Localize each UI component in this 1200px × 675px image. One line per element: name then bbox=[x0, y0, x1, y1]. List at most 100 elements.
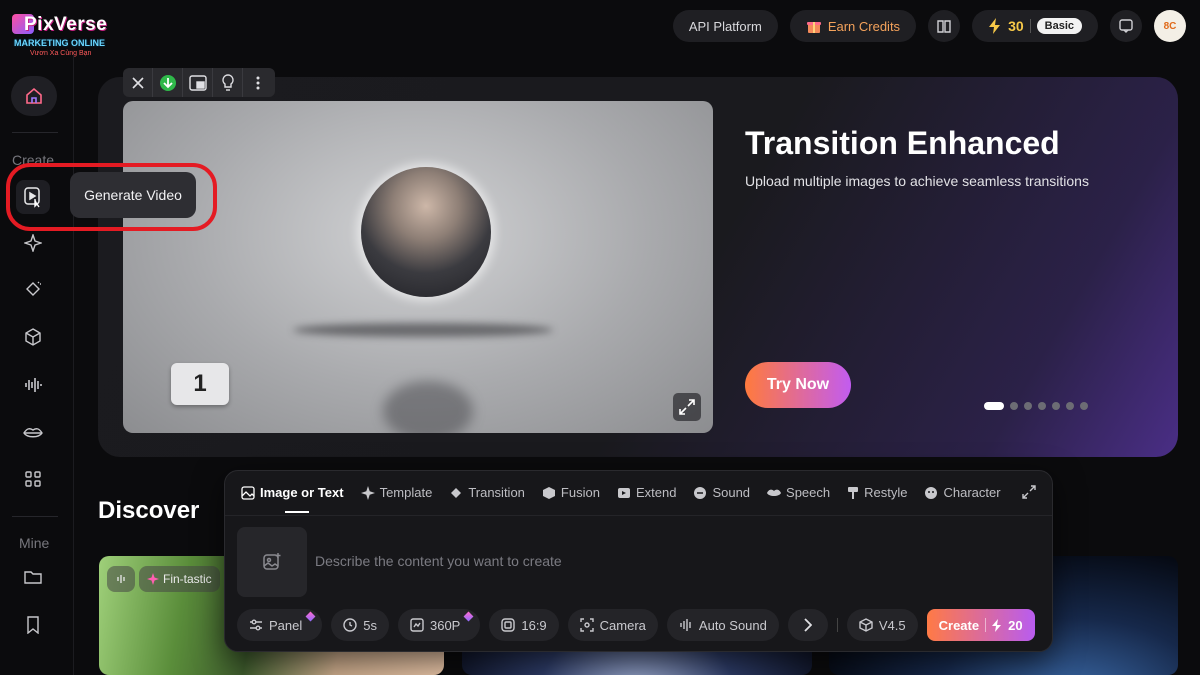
panel-label: Panel bbox=[269, 617, 303, 633]
aspect-ratio-value: 16:9 bbox=[521, 617, 547, 633]
template-chip[interactable]: Fin-tastic bbox=[139, 566, 220, 592]
soundwave-icon bbox=[25, 378, 42, 392]
premium-gem-icon bbox=[463, 611, 474, 622]
idea-button[interactable] bbox=[213, 68, 243, 97]
carousel-dot[interactable] bbox=[1080, 402, 1088, 410]
clock-icon bbox=[343, 618, 357, 632]
step-badge: 1 bbox=[171, 363, 229, 405]
avatar[interactable]: 8C bbox=[1154, 10, 1186, 42]
tab-label: Transition bbox=[468, 485, 525, 500]
lightning-icon bbox=[992, 618, 1002, 632]
sidebar-divider bbox=[12, 132, 58, 133]
sidebar-item-home[interactable] bbox=[11, 76, 57, 116]
more-options-button[interactable] bbox=[243, 68, 273, 97]
hero-video[interactable]: 1 bbox=[123, 101, 713, 433]
tab-extend[interactable]: Extend bbox=[617, 485, 676, 500]
carousel-dot[interactable] bbox=[1052, 402, 1060, 410]
lips-icon bbox=[767, 489, 782, 496]
tab-sound[interactable]: Sound bbox=[693, 485, 750, 500]
sidebar-item-speech[interactable] bbox=[20, 420, 46, 446]
tab-label: Template bbox=[379, 485, 433, 500]
tab-label: Sound bbox=[712, 485, 751, 500]
earn-credits-button[interactable]: Earn Credits bbox=[789, 10, 917, 42]
expand-icon bbox=[1022, 485, 1036, 499]
sparkle-icon bbox=[147, 573, 159, 585]
folder-icon bbox=[24, 571, 42, 584]
picture-in-picture-button[interactable] bbox=[183, 68, 213, 97]
sidebar-item-sparkle[interactable] bbox=[20, 230, 46, 256]
resolution-value: 360P bbox=[429, 617, 461, 633]
more-options-arrow[interactable] bbox=[787, 609, 828, 641]
carousel-dot[interactable] bbox=[1024, 402, 1032, 410]
hero-title: Transition Enhanced bbox=[745, 125, 1060, 161]
tab-character[interactable]: Character bbox=[924, 485, 1001, 500]
sound-chip[interactable] bbox=[107, 566, 135, 592]
fur-ball-image bbox=[361, 167, 491, 297]
carousel-dot[interactable] bbox=[1066, 402, 1074, 410]
bookmark-icon bbox=[27, 616, 39, 634]
sound-icon bbox=[694, 486, 707, 499]
tab-fusion[interactable]: Fusion bbox=[542, 485, 600, 500]
try-now-button[interactable]: Try Now bbox=[745, 362, 851, 408]
tab-restyle[interactable]: Restyle bbox=[847, 485, 907, 500]
lightning-icon bbox=[989, 18, 1001, 34]
duration-select[interactable]: 5s bbox=[331, 609, 389, 641]
aspect-ratio-select[interactable]: 16:9 bbox=[489, 609, 559, 641]
tab-template[interactable]: Template bbox=[360, 485, 433, 500]
carousel-dots bbox=[984, 402, 1088, 410]
plan-badge: Basic bbox=[1036, 18, 1082, 34]
sidebar-item-more[interactable] bbox=[20, 466, 46, 492]
auto-sound-toggle[interactable]: Auto Sound bbox=[666, 609, 779, 641]
chevron-right-icon bbox=[804, 618, 812, 632]
auto-sound-label: Auto Sound bbox=[698, 617, 767, 633]
aspect-ratio-icon bbox=[501, 618, 516, 632]
notifications-button[interactable] bbox=[1110, 10, 1142, 42]
create-button[interactable]: Create 20 bbox=[926, 609, 1035, 641]
create-panel: Image or Text Template Transition Fusion… bbox=[224, 470, 1053, 652]
panel-button[interactable]: Panel bbox=[237, 609, 323, 641]
close-button[interactable] bbox=[123, 68, 153, 97]
expand-panel-button[interactable] bbox=[1022, 485, 1036, 504]
resolution-select[interactable]: 360P bbox=[397, 609, 481, 641]
tab-label: Fusion bbox=[560, 485, 600, 500]
tab-label: Extend bbox=[635, 485, 677, 500]
brush-icon bbox=[848, 486, 859, 499]
sidebar-item-sound[interactable] bbox=[20, 372, 46, 398]
logo[interactable]: PixVerse MARKETING ONLINE Vươn Xa Cùng B… bbox=[10, 10, 130, 58]
lips-icon bbox=[23, 428, 43, 438]
discover-title: Discover bbox=[98, 497, 200, 524]
camera-select[interactable]: Camera bbox=[567, 609, 658, 641]
docs-button[interactable] bbox=[928, 10, 961, 42]
tab-label: Character bbox=[943, 485, 1001, 500]
highlight-ring bbox=[6, 163, 217, 231]
prompt-input[interactable] bbox=[315, 553, 1015, 569]
more-vertical-icon bbox=[256, 76, 260, 89]
sidebar-item-saved[interactable] bbox=[20, 612, 46, 638]
options-divider bbox=[836, 618, 838, 632]
model-select[interactable]: V4.5 bbox=[846, 609, 918, 641]
download-button[interactable] bbox=[153, 68, 183, 97]
carousel-dot[interactable] bbox=[1038, 402, 1046, 410]
create-cost: 20 bbox=[1008, 617, 1023, 633]
api-platform-button[interactable]: API Platform bbox=[672, 10, 778, 42]
tab-label: Image or Text bbox=[260, 485, 344, 500]
create-label: Create bbox=[938, 617, 980, 633]
extend-icon bbox=[617, 487, 630, 498]
image-upload-box[interactable] bbox=[237, 527, 307, 597]
sidebar-item-assets[interactable] bbox=[20, 564, 46, 590]
logo-name: PixVerse bbox=[24, 14, 108, 35]
carousel-dot[interactable] bbox=[1010, 402, 1018, 410]
sidebar-item-transition[interactable] bbox=[20, 276, 46, 302]
tab-image-or-text[interactable]: Image or Text bbox=[241, 485, 344, 513]
image-icon bbox=[241, 485, 255, 500]
tab-transition[interactable]: Transition bbox=[449, 485, 525, 500]
download-icon bbox=[159, 74, 176, 91]
fullscreen-button[interactable] bbox=[673, 393, 701, 421]
wand-icon bbox=[451, 487, 462, 498]
tab-speech[interactable]: Speech bbox=[767, 485, 830, 500]
credits-pill[interactable]: 30 Basic bbox=[972, 10, 1098, 42]
tab-label: Speech bbox=[786, 485, 831, 500]
carousel-dot[interactable] bbox=[984, 402, 1004, 410]
sidebar-item-fusion[interactable] bbox=[20, 324, 46, 350]
add-image-icon bbox=[263, 553, 281, 570]
